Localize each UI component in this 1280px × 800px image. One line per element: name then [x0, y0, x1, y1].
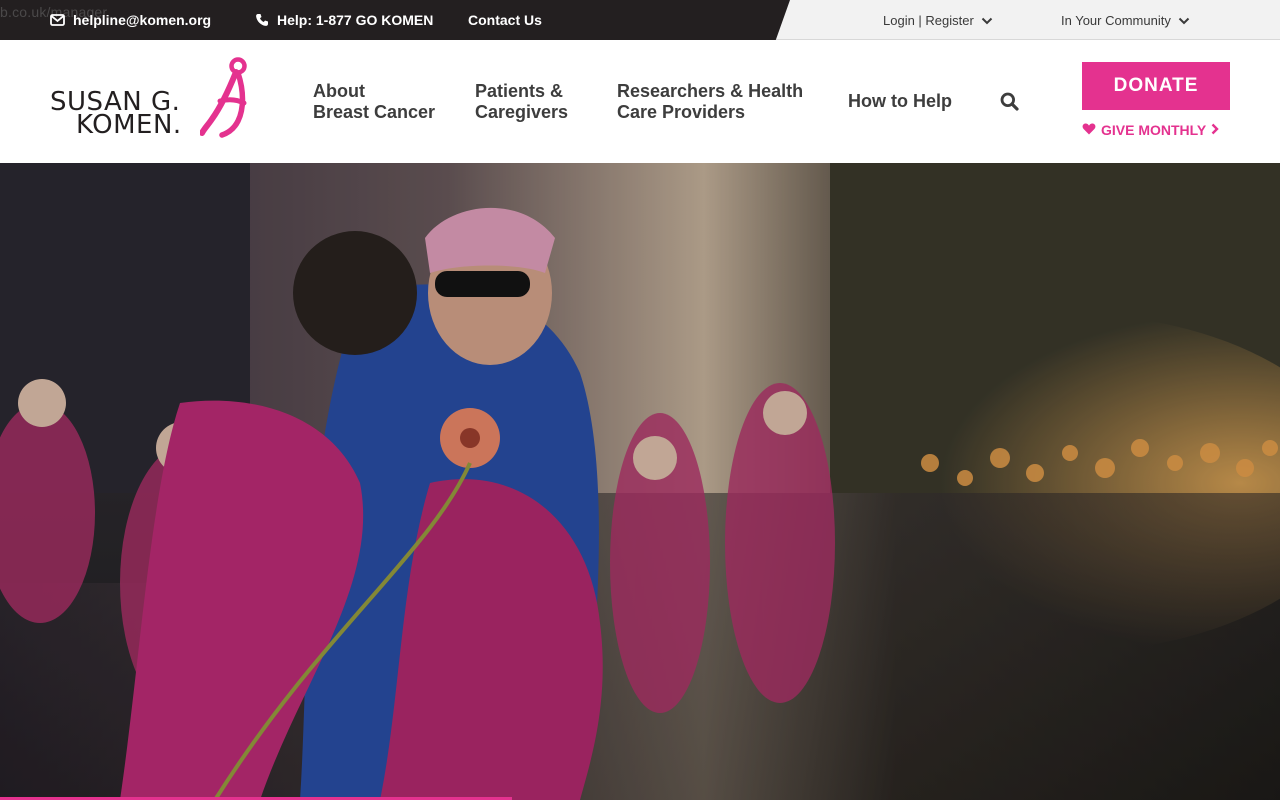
phone-icon — [255, 13, 269, 27]
nav-researchers-label: Researchers & Health Care Providers — [617, 80, 804, 122]
nav-about-label: About Breast Cancer — [313, 80, 436, 122]
community-label: In Your Community — [1061, 12, 1171, 28]
helpline-phone-link[interactable]: Help: 1-877 GO KOMEN — [255, 0, 433, 40]
login-register-label: Login | Register — [883, 12, 974, 28]
search-button[interactable] — [1000, 92, 1019, 116]
envelope-icon — [50, 14, 65, 26]
komen-homepage: b.co.uk/manager helpline@komen.org Help:… — [0, 0, 1280, 800]
chevron-down-icon — [1178, 13, 1190, 28]
search-icon — [1000, 92, 1019, 115]
nav-about-breast-cancer[interactable]: About Breast Cancer — [313, 40, 435, 163]
pink-ribbon-icon — [199, 57, 252, 144]
login-register-dropdown[interactable]: Login | Register — [883, 0, 993, 40]
phone-text: Help: 1-877 GO KOMEN — [277, 12, 434, 28]
community-dropdown[interactable]: In Your Community — [1061, 0, 1190, 40]
nav-how-to-help[interactable]: How to Help — [848, 40, 952, 163]
hero-photo-illustration — [0, 163, 1280, 800]
chevron-right-icon — [1211, 122, 1219, 138]
komen-logo[interactable]: SUSAN G. KOMEN. — [48, 55, 253, 140]
email-text: helpline@komen.org — [73, 12, 212, 28]
contact-us-link[interactable]: Contact Us — [468, 0, 542, 40]
give-monthly-label: GIVE MONTHLY — [1101, 122, 1207, 138]
nav-patients-label: Patients & Caregivers — [475, 80, 569, 122]
hero-photo[interactable] — [0, 163, 1280, 800]
give-monthly-link[interactable]: GIVE MONTHLY — [1082, 120, 1232, 140]
email-link[interactable]: helpline@komen.org — [50, 0, 211, 40]
nav-how-to-help-label: How to Help — [848, 91, 952, 111]
logo-text-line2: KOMEN. — [76, 110, 182, 140]
utility-bar: b.co.uk/manager helpline@komen.org Help:… — [0, 0, 1280, 40]
chevron-down-icon — [981, 13, 993, 28]
nav-researchers-providers[interactable]: Researchers & Health Care Providers — [617, 40, 803, 163]
nav-patients-caregivers[interactable]: Patients & Caregivers — [475, 40, 568, 163]
donate-button[interactable]: DONATE — [1082, 62, 1230, 110]
main-header: SUSAN G. KOMEN. About Breast Cancer Pati… — [0, 40, 1280, 163]
heart-icon — [1082, 122, 1096, 138]
